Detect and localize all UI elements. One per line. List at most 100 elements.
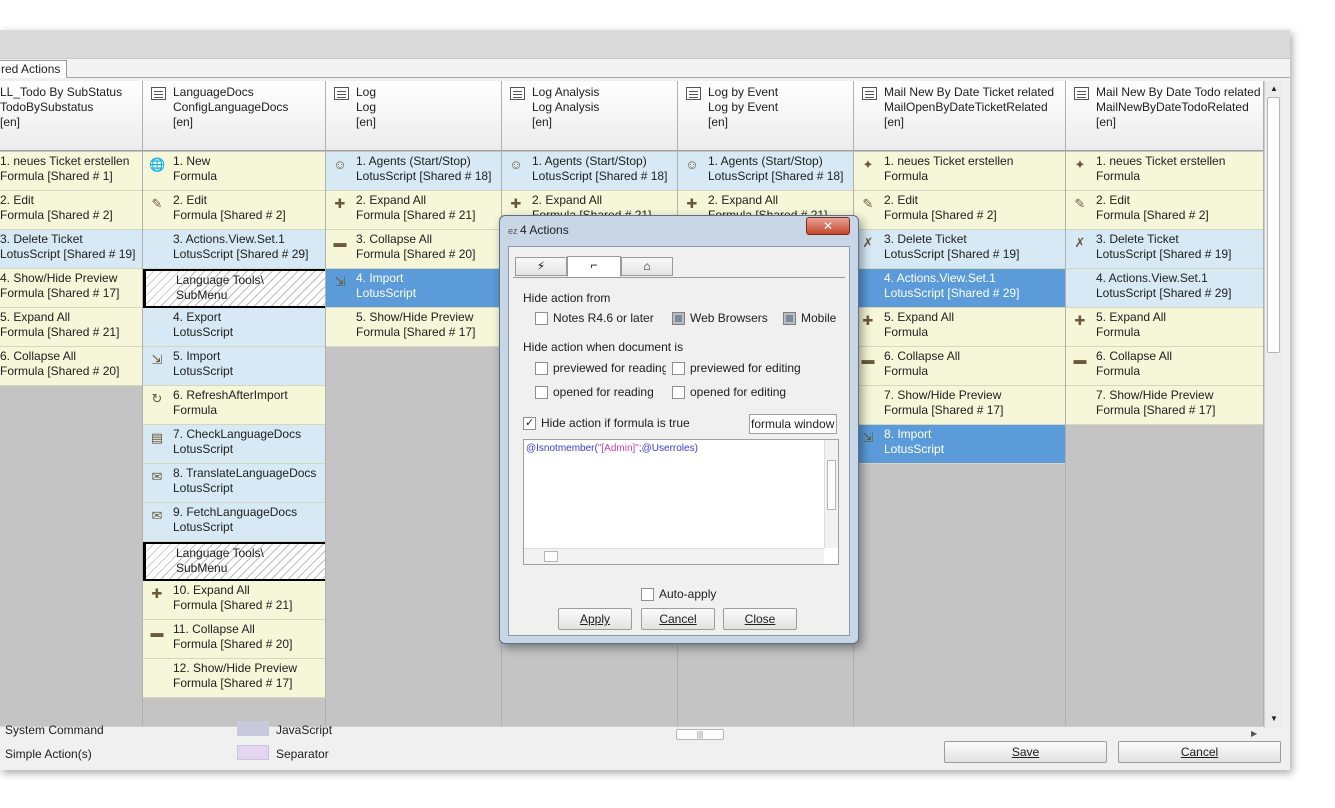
action-cell[interactable]: ✉ 8. TranslateLanguageDocs LotusScript bbox=[143, 464, 325, 503]
formula-code[interactable]: @Isnotmember("[Admin]";@Userroles) bbox=[526, 443, 698, 454]
column-header[interactable]: Mail New By Date Todo related MailNewByDa… bbox=[1066, 81, 1263, 151]
expand-icon: ✚ bbox=[1074, 313, 1086, 328]
tab-advanced[interactable]: ⌂ bbox=[621, 257, 673, 276]
action-cell[interactable]: ✦ 1. neues Ticket erstellen Formula bbox=[1066, 152, 1263, 191]
action-cell[interactable]: ▬ 6. Collapse All Formula bbox=[1066, 347, 1263, 386]
cancel-button[interactable]: Cancel bbox=[1118, 741, 1281, 763]
action-name: 5. Expand All bbox=[1096, 310, 1167, 324]
editor-vertical-scrollbar[interactable] bbox=[824, 440, 838, 548]
scroll-right-icon[interactable]: ▶ bbox=[1251, 729, 1257, 738]
action-cell[interactable]: ↻ 6. RefreshAfterImport Formula bbox=[143, 386, 325, 425]
save-button-label: Save bbox=[1011, 745, 1040, 759]
action-cell[interactable]: ✎ 2. Edit Formula [Shared # 2] bbox=[854, 191, 1065, 230]
auto-apply-checkbox[interactable] bbox=[641, 588, 654, 601]
tab-hide-when[interactable]: ⌐ bbox=[567, 256, 621, 277]
vertical-scrollbar[interactable]: ▲ ▼ bbox=[1264, 81, 1282, 728]
action-cell[interactable]: ✗ 3. Delete Ticket LotusScript [Shared # 1… bbox=[854, 230, 1065, 269]
tab-shared-actions[interactable]: red Actions bbox=[0, 60, 68, 78]
action-name: 5. Import bbox=[173, 349, 221, 363]
action-cell[interactable]: 4. Actions.View.Set.1 LotusScript [Shared… bbox=[854, 269, 1065, 308]
hscroll-thumb[interactable]: ||| bbox=[676, 729, 724, 740]
editor-horizontal-scrollbar[interactable] bbox=[524, 548, 824, 564]
action-cell[interactable]: ✚ 10. Expand All Formula [Shared # 21] bbox=[143, 581, 325, 620]
horizontal-scrollbar[interactable]: ||| ▶ bbox=[0, 726, 1264, 742]
column-header[interactable]: Log Analysis Log Analysis [en] bbox=[502, 81, 677, 151]
opened-editing-checkbox[interactable] bbox=[672, 386, 685, 399]
action-type: Formula [Shared # 2] bbox=[0, 208, 113, 222]
action-cell[interactable]: Language Tools\ SubMenu bbox=[143, 542, 325, 581]
action-cell[interactable]: ☺ 1. Agents (Start/Stop) LotusScript [Shar… bbox=[502, 152, 677, 191]
action-cell[interactable]: 3. Delete Ticket LotusScript [Shared # 19… bbox=[0, 230, 142, 269]
action-cell[interactable]: ✉ 9. FetchLanguageDocs LotusScript bbox=[143, 503, 325, 542]
action-cell[interactable]: 7. Show/Hide Preview Formula [Shared # 17… bbox=[854, 386, 1065, 425]
action-cell[interactable]: 5. Show/Hide Preview Formula [Shared # 17… bbox=[326, 308, 501, 347]
dialog-apply-button[interactable]: Apply bbox=[558, 608, 632, 630]
action-cell[interactable]: ⇲ 5. Import LotusScript bbox=[143, 347, 325, 386]
action-cell[interactable]: ✎ 2. Edit Formula [Shared # 2] bbox=[1066, 191, 1263, 230]
action-type: Formula [Shared # 20] bbox=[173, 637, 293, 651]
action-cell[interactable]: 1. neues Ticket erstellen Formula [Shared… bbox=[0, 152, 142, 191]
action-name: 3. Collapse All bbox=[356, 232, 433, 246]
column-header-line: Log bbox=[356, 100, 377, 114]
action-cell[interactable]: ▬ 11. Collapse All Formula [Shared # 20] bbox=[143, 620, 325, 659]
action-cell[interactable]: ⇲ 4. Import LotusScript bbox=[326, 269, 501, 308]
dialog-close-btn[interactable]: Close bbox=[723, 608, 797, 630]
column-header[interactable]: LanguageDocs ConfigLanguageDocs [en] bbox=[143, 81, 325, 151]
web-browsers-checkbox[interactable] bbox=[672, 312, 685, 325]
tab-action-info[interactable]: ⚡ bbox=[515, 257, 567, 276]
action-cell[interactable]: ✚ 5. Expand All Formula bbox=[854, 308, 1065, 347]
action-cell[interactable]: ☺ 1. Agents (Start/Stop) LotusScript [Shar… bbox=[326, 152, 501, 191]
action-cell[interactable]: ✎ 2. Edit Formula [Shared # 2] bbox=[143, 191, 325, 230]
editor-scroll-thumb[interactable] bbox=[827, 460, 836, 510]
dialog-cancel-button[interactable]: Cancel bbox=[641, 608, 715, 630]
action-cell[interactable]: ▤ 7. CheckLanguageDocs LotusScript bbox=[143, 425, 325, 464]
scroll-down-icon[interactable]: ▼ bbox=[1269, 713, 1279, 725]
action-cell[interactable]: ☺ 1. Agents (Start/Stop) LotusScript [Shar… bbox=[678, 152, 853, 191]
action-cell[interactable]: 7. Show/Hide Preview Formula [Shared # 17… bbox=[1066, 386, 1263, 425]
action-cell[interactable]: 4. Show/Hide Preview Formula [Shared # 17… bbox=[0, 269, 142, 308]
new-ticket-icon: ✦ bbox=[862, 157, 874, 172]
action-cell[interactable]: 3. Actions.View.Set.1 LotusScript [Shared… bbox=[143, 230, 325, 269]
scroll-thumb[interactable] bbox=[1267, 97, 1280, 353]
previewed-editing-checkbox[interactable] bbox=[672, 362, 685, 375]
action-cell[interactable]: Language Tools\ SubMenu bbox=[143, 269, 325, 308]
action-cell[interactable]: 4. Export LotusScript bbox=[143, 308, 325, 347]
action-cell[interactable]: 12. Show/Hide Preview Formula [Shared # 1… bbox=[143, 659, 325, 698]
hide-formula-checkbox[interactable] bbox=[523, 416, 536, 430]
column-header[interactable]: LL_Todo By SubStatus TodoBySubstatus [en] bbox=[0, 81, 142, 151]
window-top-strip bbox=[0, 30, 1290, 59]
mobile-checkbox[interactable] bbox=[783, 312, 796, 325]
column-header-line: MailOpenByDateTicketRelated bbox=[884, 100, 1048, 114]
action-cell[interactable]: 6. Collapse All Formula [Shared # 20] bbox=[0, 347, 142, 386]
previewed-reading-checkbox[interactable] bbox=[535, 362, 548, 375]
action-cell[interactable]: ✦ 1. neues Ticket erstellen Formula bbox=[854, 152, 1065, 191]
lightning-icon: ⚡ bbox=[536, 259, 546, 273]
action-cell[interactable]: 2. Edit Formula [Shared # 2] bbox=[0, 191, 142, 230]
column-header[interactable]: Log Log [en] bbox=[326, 81, 501, 151]
column-header-line: Log by Event bbox=[708, 85, 779, 99]
action-cell[interactable]: 🌐 1. New Formula bbox=[143, 152, 325, 191]
opened-reading-checkbox[interactable] bbox=[535, 386, 548, 399]
action-cell[interactable]: 5. Expand All Formula [Shared # 21] bbox=[0, 308, 142, 347]
notes-checkbox[interactable] bbox=[535, 312, 548, 325]
save-button[interactable]: Save bbox=[944, 741, 1107, 763]
action-name: 6. RefreshAfterImport bbox=[173, 388, 288, 402]
action-cell[interactable]: ✚ 5. Expand All Formula bbox=[1066, 308, 1263, 347]
formula-window-button[interactable]: formula window bbox=[749, 414, 837, 434]
action-cell[interactable]: ✚ 2. Expand AllFormula [Shared # 21] bbox=[326, 191, 501, 230]
action-cell[interactable]: ⇲ 8. Import LotusScript bbox=[854, 425, 1065, 464]
action-type: Formula bbox=[884, 169, 929, 183]
scroll-up-icon[interactable]: ▲ bbox=[1269, 83, 1279, 95]
action-cell[interactable]: ▬ 3. Collapse All Formula [Shared # 20] bbox=[326, 230, 501, 269]
action-name: 2. Edit bbox=[1096, 193, 1131, 207]
action-cell[interactable]: 4. Actions.View.Set.1 LotusScript [Shared… bbox=[1066, 269, 1263, 308]
action-cell[interactable]: ▬ 6. Collapse All Formula bbox=[854, 347, 1065, 386]
column-header[interactable]: Log by Event Log by Event [en] bbox=[678, 81, 853, 151]
action-column: Mail New By Date Todo related MailNewByDa… bbox=[1066, 81, 1264, 726]
dialog-close-button[interactable]: ✕ bbox=[806, 217, 850, 235]
column-header[interactable]: Mail New By Date Ticket related MailOpenB… bbox=[854, 81, 1065, 151]
formula-editor[interactable]: @Isnotmember("[Admin]";@Userroles) bbox=[523, 439, 839, 565]
action-cell[interactable]: ✗ 3. Delete Ticket LotusScript [Shared # 1… bbox=[1066, 230, 1263, 269]
action-name: 2. Edit bbox=[884, 193, 919, 207]
editor-hscroll-thumb[interactable] bbox=[544, 551, 558, 562]
